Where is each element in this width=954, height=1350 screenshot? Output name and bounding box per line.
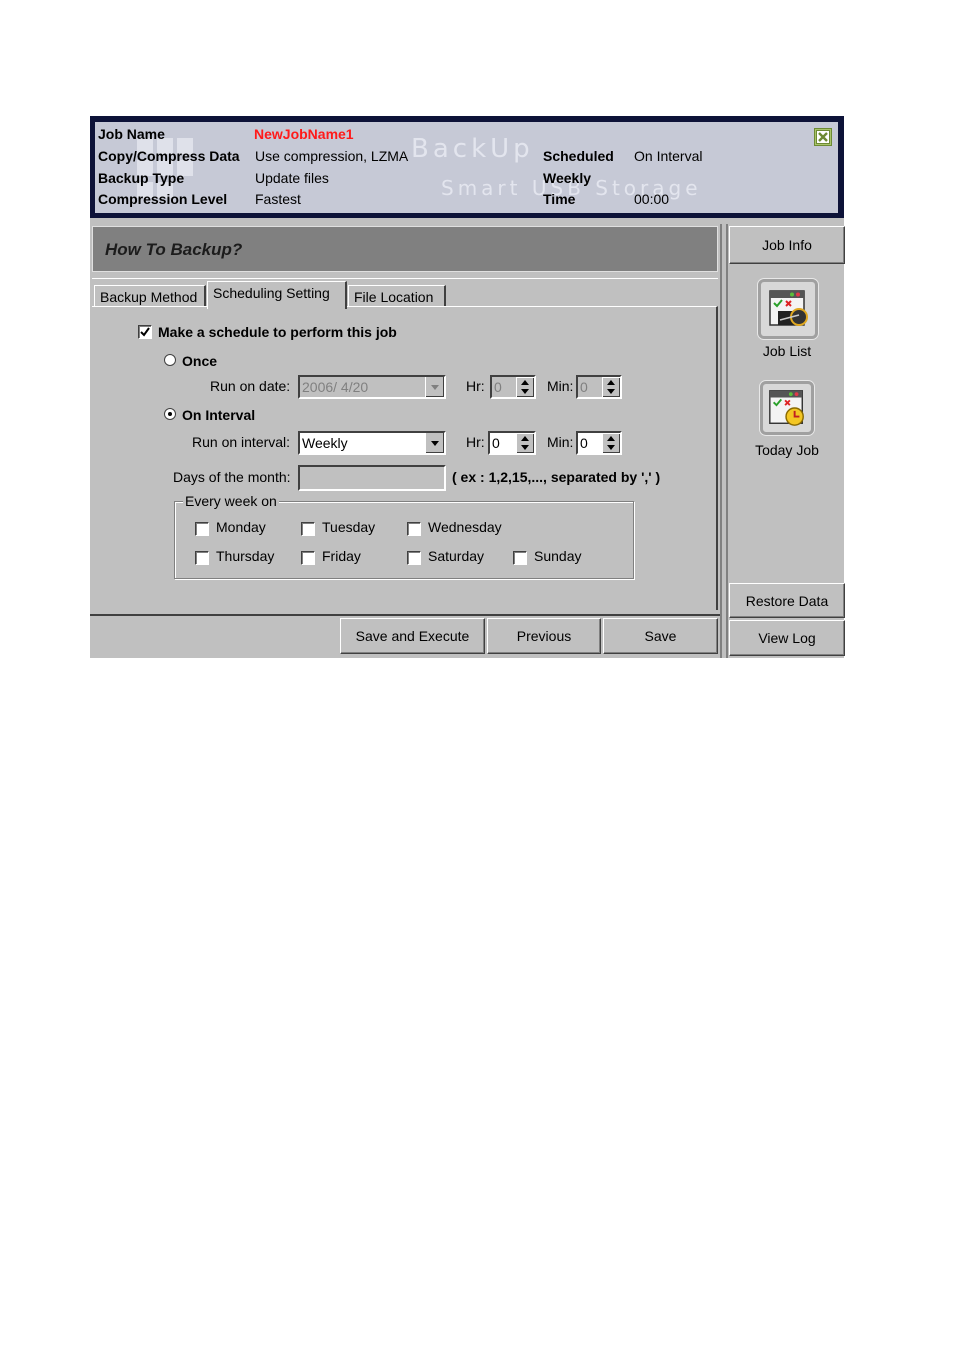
- main-panel: How To Backup? Backup Method Scheduling …: [90, 224, 722, 658]
- today-job-button[interactable]: [760, 381, 814, 435]
- tuesday-label: Tuesday: [322, 519, 376, 535]
- interval-hr-label: Hr:: [466, 434, 485, 450]
- job-list-button[interactable]: [758, 279, 818, 339]
- chevron-down-icon[interactable]: [425, 377, 444, 397]
- on-interval-label: On Interval: [182, 407, 256, 423]
- action-bar: Save and Execute Previous Save: [90, 614, 720, 660]
- monday-checkbox[interactable]: [195, 522, 209, 536]
- restore-data-button[interactable]: Restore Data: [729, 583, 845, 618]
- sunday-checkbox[interactable]: [513, 551, 527, 565]
- job-name-label: Job Name: [98, 126, 165, 142]
- tuesday-checkbox[interactable]: [301, 522, 315, 536]
- chevron-down-icon[interactable]: [425, 433, 444, 453]
- once-min-value: 0: [580, 379, 588, 395]
- friday-label: Friday: [322, 548, 361, 564]
- compression-level-label: Compression Level: [98, 191, 228, 207]
- every-week-legend: Every week on: [183, 493, 279, 509]
- compression-level-value: Fastest: [255, 191, 301, 207]
- tab-file-location[interactable]: File Location: [348, 285, 446, 307]
- copy-compress-label: Copy/Compress Data: [98, 148, 240, 164]
- run-on-interval-label: Run on interval:: [192, 434, 291, 450]
- days-of-month-hint: ( ex : 1,2,15,..., separated by ',' ): [452, 469, 661, 485]
- backup-type-label: Backup Type: [98, 170, 185, 186]
- copy-compress-value: Use compression, LZMA: [255, 148, 409, 164]
- interval-min-value: 0: [580, 435, 588, 451]
- job-summary-header: BackUp Smart USB Storage Job Name NewJob…: [90, 116, 844, 218]
- wednesday-checkbox[interactable]: [407, 522, 421, 536]
- scheduled-label: Scheduled: [543, 148, 614, 164]
- job-name-value: NewJobName1: [254, 126, 354, 142]
- every-week-group: Every week on Monday Tuesday Wednesday T…: [174, 493, 634, 579]
- once-min-spinner[interactable]: 0: [576, 375, 622, 399]
- view-log-button[interactable]: View Log: [729, 620, 845, 656]
- run-on-date-label: Run on date:: [210, 378, 291, 394]
- once-label: Once: [182, 353, 218, 369]
- once-hr-label: Hr:: [466, 378, 485, 394]
- close-button[interactable]: [814, 128, 832, 146]
- close-icon: [816, 130, 830, 144]
- scheduled-value: On Interval: [634, 148, 703, 164]
- tab-label: Backup Method: [100, 289, 198, 305]
- interval-min-label: Min:: [547, 434, 574, 450]
- backup-type-value: Update files: [255, 170, 329, 186]
- run-on-date-dropdown[interactable]: 2006/ 4/20: [298, 375, 446, 399]
- time-label: Time: [543, 191, 576, 207]
- previous-button[interactable]: Previous: [487, 618, 601, 654]
- tab-scheduling-setting[interactable]: Scheduling Setting: [207, 281, 347, 309]
- saturday-label: Saturday: [428, 548, 485, 564]
- wednesday-label: Wednesday: [428, 519, 502, 535]
- watermark-backup: BackUp: [411, 134, 534, 164]
- days-of-month-label: Days of the month:: [173, 469, 291, 485]
- tab-bar: Backup Method Scheduling Setting File Lo…: [92, 278, 718, 309]
- spinner-arrows-icon[interactable]: [516, 433, 534, 453]
- job-summary-panel: BackUp Smart USB Storage Job Name NewJob…: [95, 122, 838, 213]
- job-list-icon: [769, 290, 808, 326]
- run-on-date-value: 2006/ 4/20: [302, 379, 369, 395]
- save-and-execute-button[interactable]: Save and Execute: [340, 618, 485, 654]
- interval-min-spinner[interactable]: 0: [576, 431, 622, 455]
- spinner-arrows-icon[interactable]: [602, 377, 620, 397]
- friday-checkbox[interactable]: [301, 551, 315, 565]
- run-on-interval-dropdown[interactable]: Weekly: [298, 431, 446, 455]
- run-on-interval-value: Weekly: [302, 435, 348, 451]
- section-title-bar: How To Backup?: [92, 226, 718, 272]
- scheduling-content: Make a schedule to perform this job Once…: [92, 306, 718, 610]
- make-schedule-checkbox[interactable]: [138, 325, 152, 339]
- interval-hr-value: 0: [492, 435, 500, 451]
- tab-label: Scheduling Setting: [213, 285, 330, 301]
- tab-label: File Location: [354, 289, 434, 305]
- side-navigation: Job Info Job List Today Job Restore Data…: [726, 224, 846, 658]
- monday-label: Monday: [216, 519, 266, 535]
- once-hr-value: 0: [494, 379, 502, 395]
- once-hr-spinner[interactable]: 0: [490, 375, 536, 399]
- once-radio[interactable]: [164, 354, 176, 366]
- job-list-label[interactable]: Job List: [728, 343, 846, 359]
- backup-app-window: BackUp Smart USB Storage Job Name NewJob…: [90, 116, 846, 658]
- save-button[interactable]: Save: [603, 618, 718, 654]
- sunday-label: Sunday: [534, 548, 582, 564]
- saturday-checkbox[interactable]: [407, 551, 421, 565]
- thursday-label: Thursday: [216, 548, 275, 564]
- interval-hr-spinner[interactable]: 0: [488, 431, 536, 455]
- once-min-label: Min:: [547, 378, 574, 394]
- today-job-icon: [769, 390, 804, 426]
- checkmark-icon: [140, 327, 150, 337]
- spinner-arrows-icon[interactable]: [602, 433, 620, 453]
- make-schedule-label: Make a schedule to perform this job: [158, 324, 397, 340]
- weekly-label: Weekly: [543, 170, 591, 186]
- today-job-label[interactable]: Today Job: [728, 442, 846, 458]
- section-title: How To Backup?: [105, 240, 243, 259]
- time-value: 00:00: [634, 191, 670, 207]
- spinner-arrows-icon[interactable]: [516, 377, 534, 397]
- job-info-button[interactable]: Job Info: [729, 226, 845, 264]
- days-of-month-input[interactable]: [298, 465, 446, 491]
- tab-backup-method[interactable]: Backup Method: [94, 285, 206, 307]
- thursday-checkbox[interactable]: [195, 551, 209, 565]
- on-interval-radio[interactable]: [164, 408, 176, 420]
